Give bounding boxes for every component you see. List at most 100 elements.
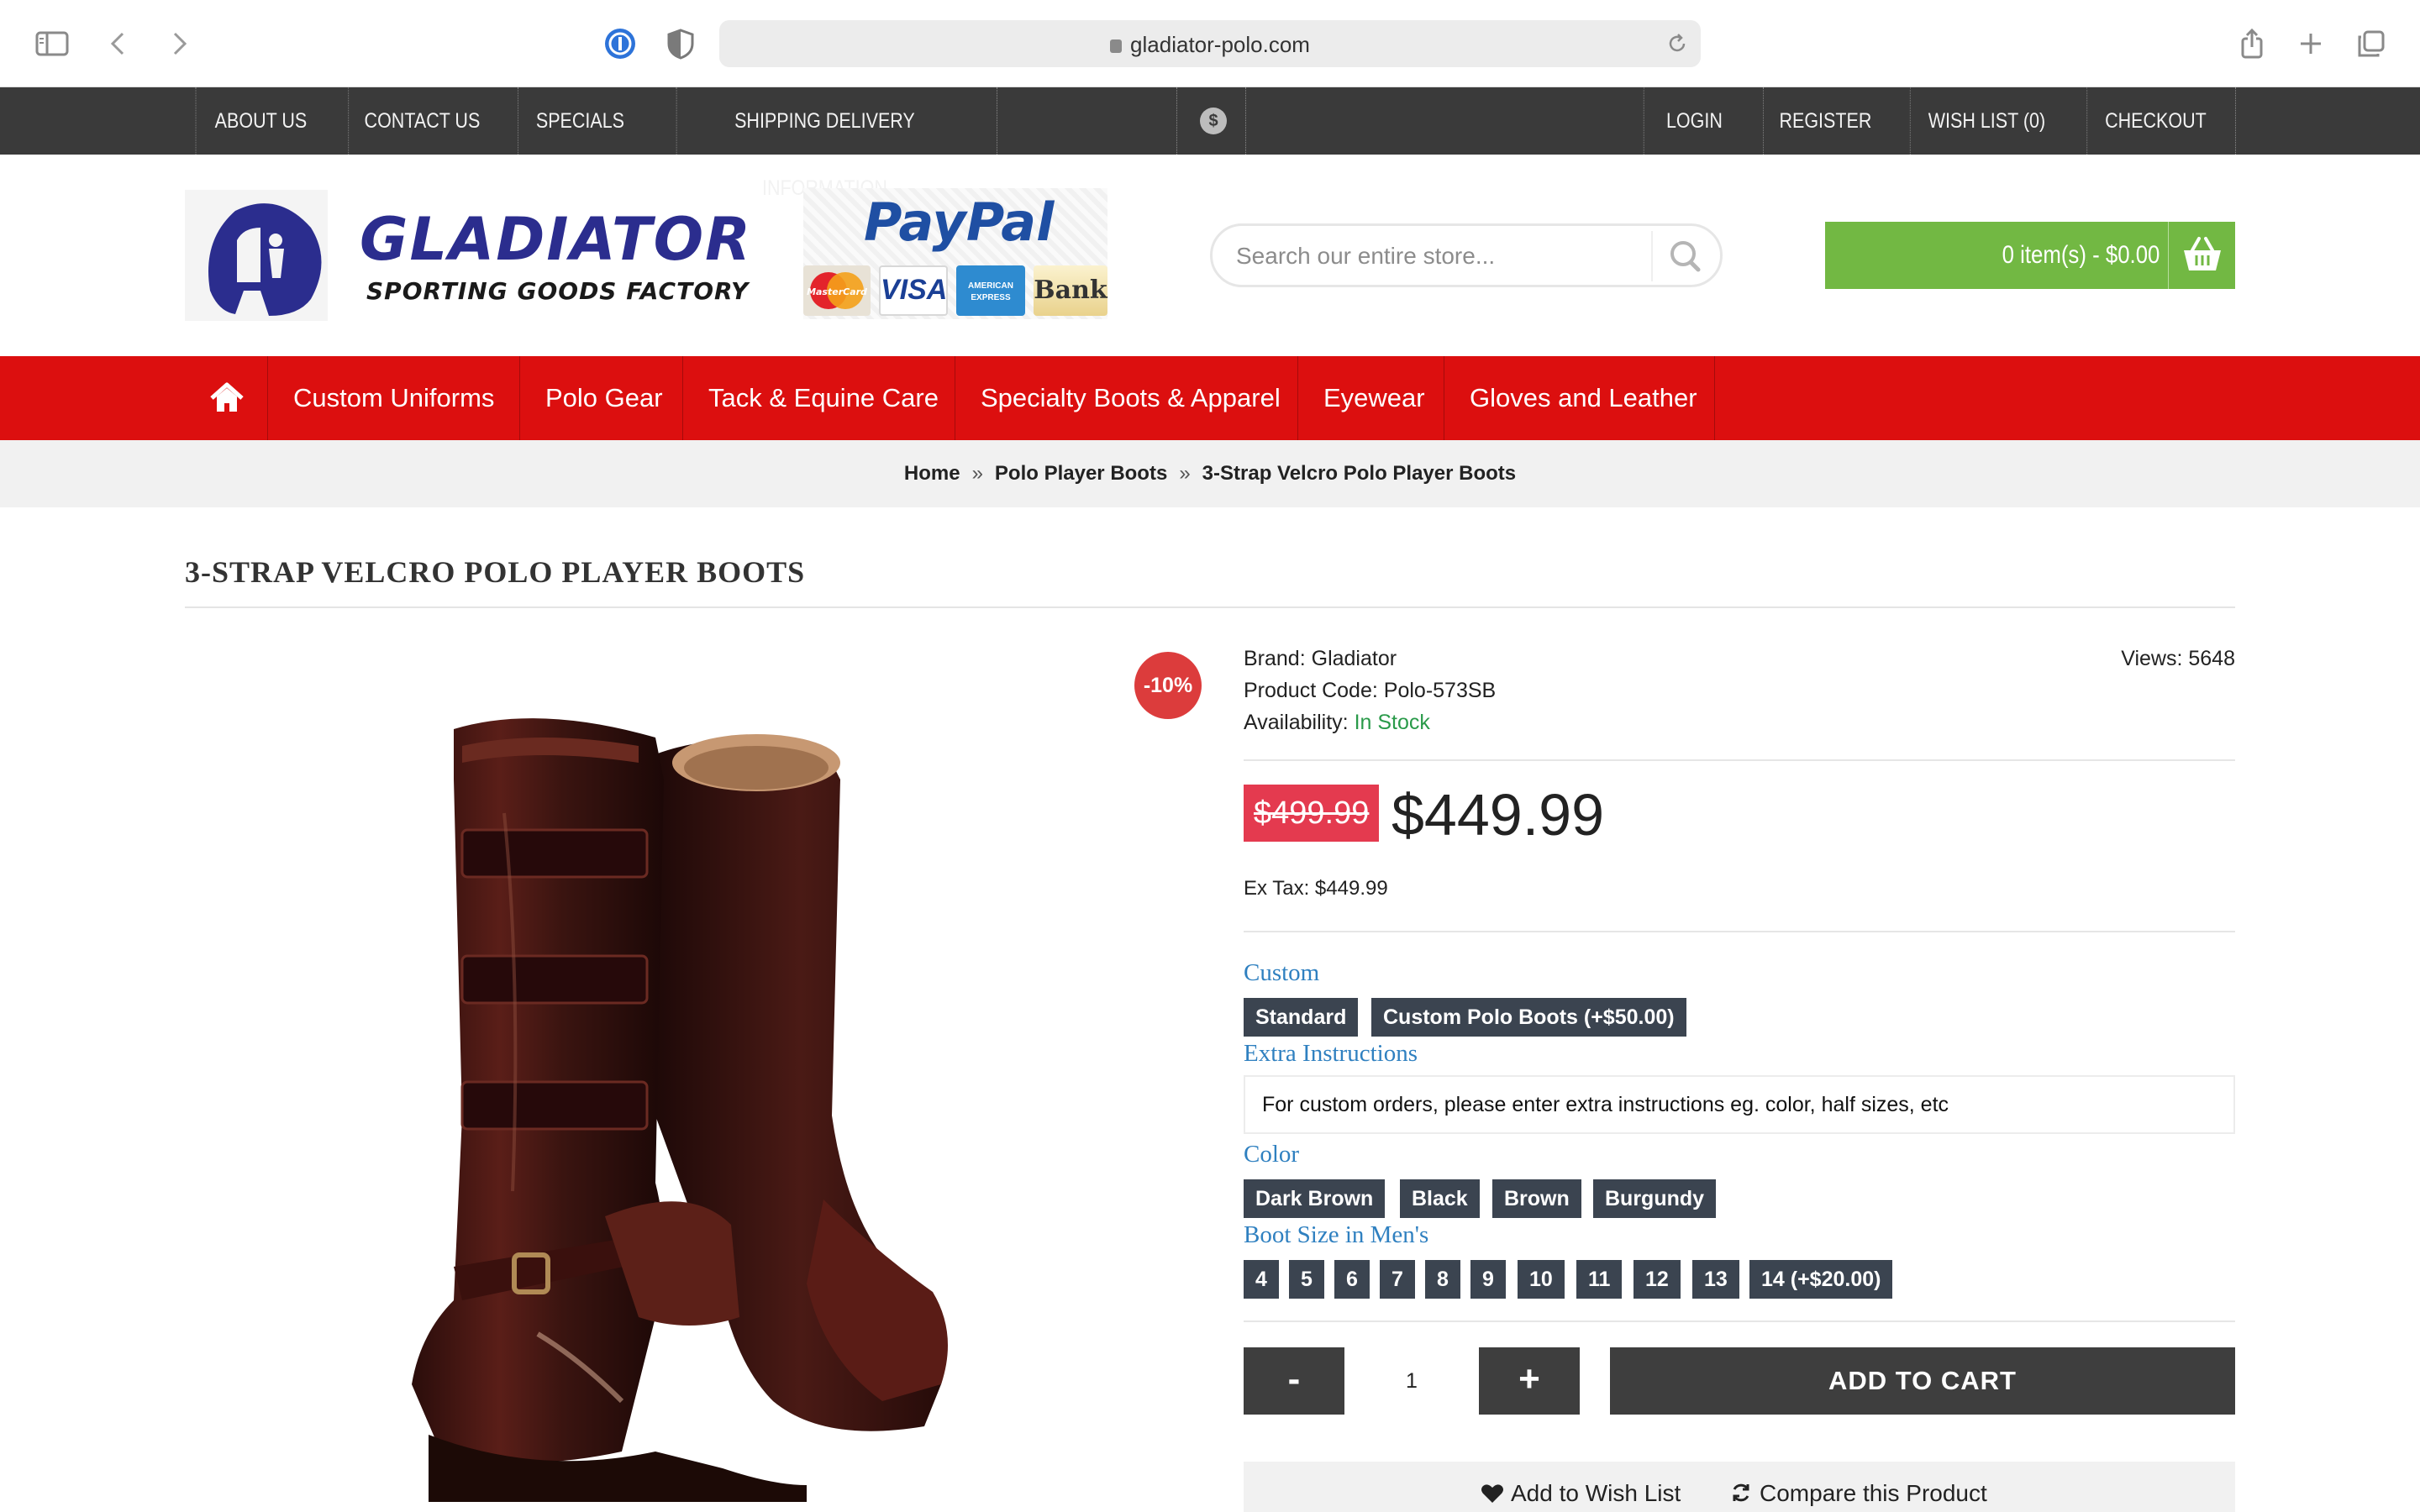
option-size-14[interactable]: 14 (+$20.00) (1749, 1260, 1893, 1299)
browser-toolbar: gladiator-polo.com (0, 0, 2420, 87)
nav-custom-uniforms[interactable]: Custom Uniforms (267, 356, 519, 440)
compare-label: Compare this Product (1760, 1480, 1987, 1506)
breadcrumb-current[interactable]: 3-Strap Velcro Polo Player Boots (1202, 462, 1516, 485)
option-size-8[interactable]: 8 (1425, 1260, 1460, 1299)
search-button[interactable] (1651, 231, 1715, 281)
nav-divider (1714, 356, 1715, 440)
currency-selector[interactable]: $ (1200, 108, 1227, 134)
nav-polo-gear[interactable]: Polo Gear (519, 356, 688, 440)
availability-label: Availability: (1244, 711, 1349, 734)
breadcrumb-separator: » (971, 462, 983, 485)
option-size-13[interactable]: 13 (1692, 1260, 1739, 1299)
refresh-icon (1733, 1483, 1749, 1502)
topbar-divider (2235, 87, 2236, 155)
views-count: Views: 5648 (2121, 647, 2235, 670)
price-divider (1244, 931, 2235, 932)
topbar-shipping-info[interactable]: SHIPPING DELIVERY INFORMATION (676, 87, 973, 200)
option-color-brown[interactable]: Brown (1492, 1179, 1581, 1218)
lock-icon (1110, 39, 1123, 53)
payment-methods-badge: PayPal MasterCard VISA AMERICAN EXPRESS … (803, 188, 1107, 319)
share-icon[interactable] (2233, 25, 2270, 62)
breadcrumb: Home » Polo Player Boots » 3-Strap Velcro Po… (0, 440, 2420, 507)
option-size-12[interactable]: 12 (1634, 1260, 1681, 1299)
topbar-divider (1176, 87, 1177, 155)
tab-overview-icon[interactable] (2353, 25, 2390, 62)
option-size-5[interactable]: 5 (1289, 1260, 1324, 1299)
brand-label: Brand: (1244, 647, 1306, 670)
wish-list-label: Add to Wish List (1511, 1480, 1681, 1506)
option-color-black[interactable]: Black (1400, 1179, 1480, 1218)
address-bar[interactable]: gladiator-polo.com (719, 20, 1701, 67)
forward-icon[interactable] (160, 25, 197, 62)
topbar-wish-list[interactable]: WISH LIST (0) (1909, 87, 2063, 155)
info-divider (1244, 759, 2235, 761)
quantity-increase-button[interactable]: + (1479, 1347, 1580, 1415)
compare-product-link[interactable]: Compare this Product (1729, 1480, 1987, 1507)
topbar-about-us[interactable]: ABOUT US (195, 87, 326, 155)
reload-icon[interactable] (1665, 32, 1689, 60)
sale-badge: -10% (1134, 652, 1202, 719)
option-color-burgundy[interactable]: Burgundy (1593, 1179, 1717, 1218)
visa-logo: VISA (879, 265, 948, 316)
search-box (1210, 223, 1723, 287)
old-price: $499.99 (1244, 785, 1380, 842)
mastercard-logo: MasterCard (803, 265, 871, 316)
product-title: 3-STRAP VELCRO POLO PLAYER BOOTS (185, 555, 806, 589)
topbar-login[interactable]: LOGIN (1643, 87, 1744, 155)
option-size-7[interactable]: 7 (1380, 1260, 1415, 1299)
nav-tack-equine-care[interactable]: Tack & Equine Care (682, 356, 964, 440)
current-price: $449.99 (1392, 782, 1605, 848)
option-extra-instructions-label: Extra Instructions (1244, 1040, 1418, 1067)
topbar-checkout[interactable]: CHECKOUT (2086, 87, 2223, 155)
home-icon (210, 382, 244, 412)
breadcrumb-home[interactable]: Home (904, 462, 960, 485)
topbar-specials[interactable]: SPECIALS (518, 87, 642, 155)
amex-logo: AMERICAN EXPRESS (956, 265, 1025, 316)
option-size-10[interactable]: 10 (1518, 1260, 1565, 1299)
extra-instructions-input[interactable] (1244, 1075, 2235, 1134)
svg-text:MasterCard: MasterCard (807, 286, 867, 297)
add-to-cart-button[interactable]: ADD TO CART (1610, 1347, 2235, 1415)
option-custom-label: Custom (1244, 959, 1320, 986)
new-tab-icon[interactable] (2292, 25, 2329, 62)
option-size-6[interactable]: 6 (1334, 1260, 1370, 1299)
polo-boot-image (412, 718, 948, 1502)
gladiator-helmet-icon (185, 190, 328, 321)
cart-summary: 0 item(s) - $0.00 (2002, 241, 2160, 269)
availability-status: In Stock (1354, 711, 1430, 734)
logo-title: GLADIATOR (360, 205, 753, 274)
product-image[interactable] (185, 645, 1210, 1512)
option-size-9[interactable]: 9 (1470, 1260, 1506, 1299)
sidebar-toggle-icon[interactable] (34, 25, 71, 62)
product-code-label: Product Code: (1244, 679, 1378, 702)
title-divider (185, 606, 2235, 608)
topbar-register[interactable]: REGISTER (1763, 87, 1887, 155)
option-custom-polo-boots[interactable]: Custom Polo Boots (+$50.00) (1371, 998, 1686, 1037)
nav-specialty-boots-apparel[interactable]: Specialty Boots & Apparel (955, 356, 1306, 440)
availability-line: Availability: In Stock (1244, 711, 1430, 735)
breadcrumb-category[interactable]: Polo Player Boots (995, 462, 1167, 485)
search-input[interactable] (1236, 239, 1648, 273)
cart-button[interactable]: 0 item(s) - $0.00 (1825, 222, 2235, 289)
password-manager-icon[interactable] (602, 25, 639, 62)
logo-subtitle: SPORTING GOODS FACTORY (366, 277, 750, 305)
option-custom-standard[interactable]: Standard (1244, 998, 1359, 1037)
topbar-contact-us[interactable]: CONTACT US (348, 87, 495, 155)
quantity-decrease-button[interactable]: - (1244, 1347, 1344, 1415)
nav-eyewear[interactable]: Eyewear (1297, 356, 1450, 440)
option-size-label: Boot Size in Men's (1244, 1221, 1429, 1248)
store-logo[interactable]: GLADIATOR SPORTING GOODS FACTORY (185, 190, 773, 321)
options-divider (1244, 1320, 2235, 1322)
brand-link[interactable]: Gladiator (1312, 647, 1397, 670)
option-size-4[interactable]: 4 (1244, 1260, 1279, 1299)
add-to-wish-list-link[interactable]: Add to Wish List (1481, 1480, 1681, 1507)
breadcrumb-separator: » (1179, 462, 1191, 485)
option-color-dark-brown[interactable]: Dark Brown (1244, 1179, 1386, 1218)
option-size-11[interactable]: 11 (1576, 1260, 1623, 1299)
home-link[interactable] (187, 356, 267, 440)
privacy-shield-icon[interactable] (662, 25, 699, 62)
nav-gloves-leather[interactable]: Gloves and Leather (1444, 356, 1723, 440)
quantity-input[interactable] (1344, 1347, 1479, 1415)
back-icon[interactable] (101, 25, 138, 62)
product-actions-bar: Add to Wish List Compare this Product (1244, 1462, 2235, 1512)
